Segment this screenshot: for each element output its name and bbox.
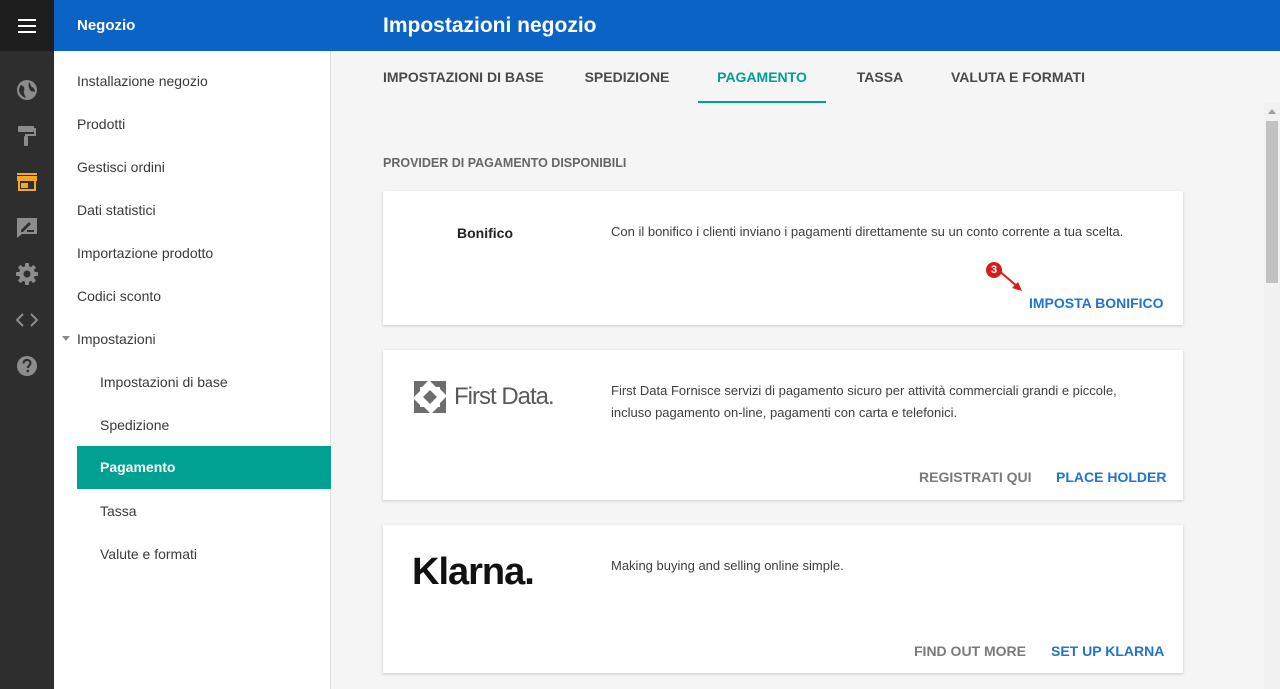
paint-roller-icon <box>18 126 36 146</box>
scrollbar-thumb[interactable] <box>1266 121 1278 283</box>
top-header: Negozio Impostazioni negozio <box>54 0 1280 51</box>
sidebar-item-prodotti[interactable]: Prodotti <box>77 103 125 146</box>
klarna-logo: Klarna. <box>412 551 535 593</box>
vertical-scrollbar[interactable] <box>1264 103 1280 689</box>
rail-developer-button[interactable] <box>0 297 54 343</box>
provider-card-bonifico: Bonifico Con il bonifico i clienti invia… <box>383 191 1183 325</box>
tab-impostazioni-di-base[interactable]: IMPOSTAZIONI DI BASE <box>383 51 544 103</box>
imposta-bonifico-button[interactable]: IMPOSTA BONIFICO <box>1029 295 1164 311</box>
menu-button[interactable] <box>0 0 54 51</box>
sidebar-subitem-valute-e-formati[interactable]: Valute e formati <box>77 533 331 576</box>
provider-card-klarna: Klarna. Making buying and selling online… <box>383 525 1183 673</box>
sidebar-item-importazione-prodotto[interactable]: Importazione prodotto <box>77 232 213 275</box>
tab-pagamento[interactable]: PAGAMENTO <box>698 51 826 103</box>
place-holder-button[interactable]: PLACE HOLDER <box>1056 469 1166 485</box>
tab-spedizione[interactable]: SPEDIZIONE <box>575 51 679 103</box>
rail-settings-button[interactable] <box>0 251 54 297</box>
gear-icon <box>16 263 38 285</box>
code-icon <box>16 313 38 327</box>
provider-description: First Data Fornisce servizi di pagamento… <box>611 383 1117 420</box>
first-data-logo-text: First Data. <box>454 383 555 410</box>
sidebar-subitem-spedizione[interactable]: Spedizione <box>77 404 331 447</box>
sidebar-subitem-pagamento[interactable]: Pagamento <box>77 446 331 489</box>
sidebar-subitem-tassa[interactable]: Tassa <box>77 490 331 533</box>
step-arrow-icon <box>997 269 1022 291</box>
icon-rail <box>0 0 54 689</box>
find-out-more-button[interactable]: FIND OUT MORE <box>914 643 1026 659</box>
provider-description: Making buying and selling online simple. <box>611 558 844 573</box>
help-icon <box>17 356 37 376</box>
edit-note-icon <box>17 218 37 238</box>
rail-help-button[interactable] <box>0 343 54 389</box>
globe-icon <box>17 80 37 100</box>
sidebar-item-impostazioni[interactable]: Impostazioni <box>77 318 156 361</box>
provider-card-first-data: First Data. First Data Fornisce servizi … <box>383 350 1183 500</box>
set-up-klarna-button[interactable]: SET UP KLARNA <box>1051 643 1164 659</box>
rail-design-button[interactable] <box>0 113 54 159</box>
sidebar-subitem-impostazioni-di-base[interactable]: Impostazioni di base <box>77 361 331 404</box>
sidebar-item-installazione-negozio[interactable]: Installazione negozio <box>77 60 208 103</box>
sidebar: Installazione negozio Prodotti Gestisci … <box>54 51 331 689</box>
rail-globe-button[interactable] <box>0 67 54 113</box>
page-title: Impostazioni negozio <box>383 14 597 37</box>
caret-down-icon <box>62 336 70 341</box>
provider-description: Con il bonifico i clienti inviano i paga… <box>611 224 1124 239</box>
sidebar-item-codici-sconto[interactable]: Codici sconto <box>77 275 161 318</box>
store-icon <box>17 173 37 191</box>
rail-content-button[interactable] <box>0 205 54 251</box>
sidebar-item-dati-statistici[interactable]: Dati statistici <box>77 189 156 232</box>
sidebar-item-gestisci-ordini[interactable]: Gestisci ordini <box>77 146 165 189</box>
section-title: PROVIDER DI PAGAMENTO DISPONIBILI <box>383 156 627 170</box>
scroll-up-arrow-icon[interactable] <box>1268 109 1276 114</box>
provider-name: Bonifico <box>457 225 513 241</box>
tab-tassa[interactable]: TASSA <box>847 51 913 103</box>
rail-store-button[interactable] <box>0 159 54 205</box>
first-data-logo: First Data. <box>414 380 555 414</box>
first-data-mark-icon <box>414 381 446 413</box>
menu-icon <box>18 18 36 33</box>
store-name: Negozio <box>77 17 136 34</box>
registrati-qui-button[interactable]: REGISTRATI QUI <box>919 469 1032 485</box>
settings-tabs: IMPOSTAZIONI DI BASE SPEDIZIONE PAGAMENT… <box>331 51 1280 103</box>
tab-valuta-e-formati[interactable]: VALUTA E FORMATI <box>947 51 1089 103</box>
